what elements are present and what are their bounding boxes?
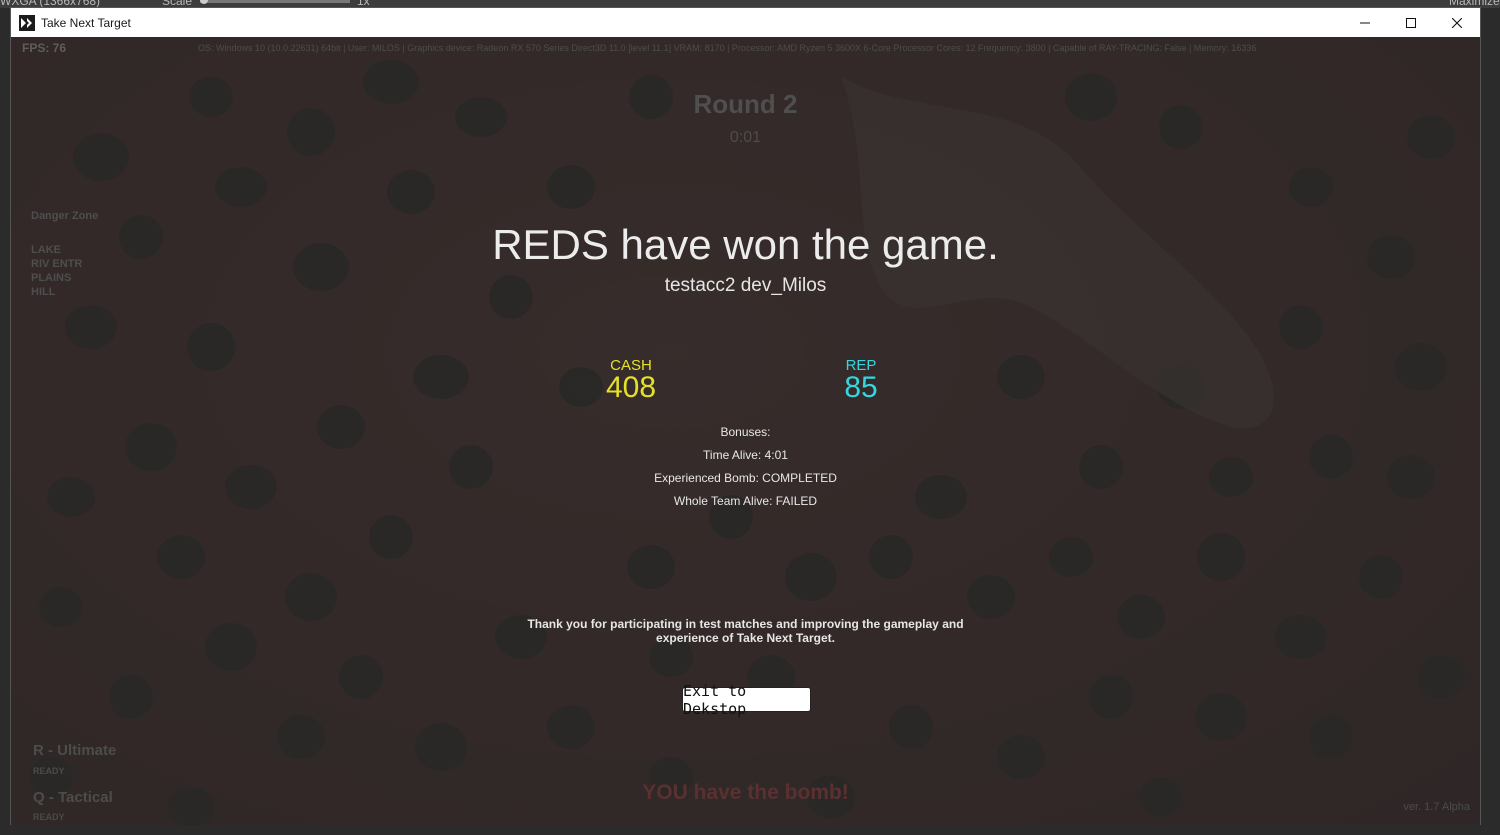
- title-bar[interactable]: Take Next Target: [11, 8, 1480, 37]
- ability-tactical-state: READY: [33, 812, 65, 822]
- winning-players: testacc2 dev_Milos: [664, 275, 827, 296]
- maximize-button[interactable]: [1388, 8, 1434, 37]
- thank-you-line: experience of Take Next Target.: [656, 631, 835, 645]
- ability-ultimate: R - Ultimate: [33, 742, 117, 759]
- version-label: ver. 1.7 Alpha: [1403, 801, 1470, 813]
- cash-value: 408: [605, 371, 657, 404]
- bonus-experienced-bomb: Experienced Bomb: COMPLETED: [654, 471, 837, 485]
- thank-you-message: Thank you for participating in test matc…: [11, 617, 1480, 645]
- bomb-message: YOU have the bomb!: [642, 781, 849, 804]
- fps-counter: FPS: 76: [22, 41, 67, 55]
- maximize-icon: [1406, 17, 1416, 28]
- window-title: Take Next Target: [41, 15, 131, 30]
- close-icon: [1452, 17, 1462, 28]
- close-button[interactable]: [1434, 8, 1480, 37]
- game-window: Take Next Target FPS: 76 OS: Windows 10 …: [10, 7, 1481, 825]
- minimize-icon: [1360, 22, 1370, 23]
- exit-to-desktop-button[interactable]: Exit to Dekstop: [682, 682, 811, 718]
- rep-stat: REP 85: [801, 357, 921, 405]
- game-viewport[interactable]: FPS: 76 OS: Windows 10 (10.0.22631) 64bi…: [11, 37, 1480, 825]
- bonus-whole-team-alive: Whole Team Alive: FAILED: [673, 494, 818, 508]
- minimize-button[interactable]: [1342, 8, 1388, 37]
- round-label: Round 2: [693, 89, 798, 119]
- bonuses-header: Bonuses:: [720, 425, 771, 439]
- thank-you-line: Thank you for participating in test matc…: [527, 617, 964, 631]
- bonus-time-alive: Time Alive: 4:01: [703, 448, 788, 462]
- ability-ultimate-state: READY: [33, 766, 65, 776]
- result-headline: REDS have won the game.: [492, 221, 999, 268]
- rep-value: 85: [844, 371, 878, 404]
- cash-stat: CASH 408: [571, 357, 691, 405]
- round-timer: 0:01: [729, 129, 762, 146]
- system-info: OS: Windows 10 (10.0.22631) 64bit | User…: [198, 43, 1257, 53]
- scale-slider-knob[interactable]: [200, 0, 208, 4]
- scale-slider[interactable]: [200, 0, 350, 4]
- app-logo-icon: [19, 14, 35, 31]
